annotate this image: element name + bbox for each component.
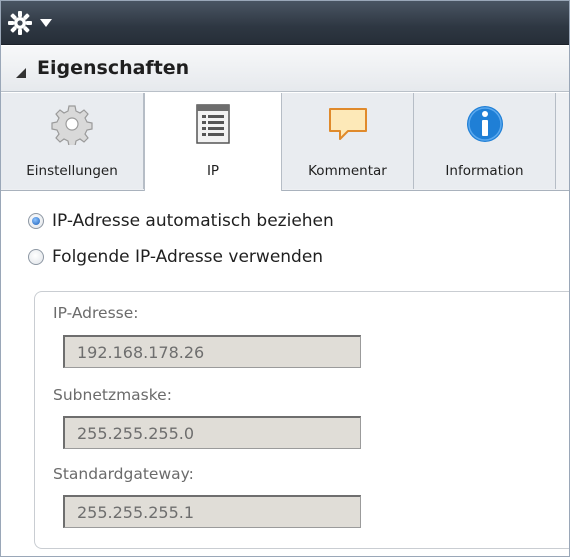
subnet-mask-label: Subnetzmaske: [53, 386, 172, 404]
tab-kommentar[interactable]: Kommentar [282, 93, 414, 189]
settings-menu-button[interactable] [7, 7, 63, 39]
tab-label: Einstellungen [26, 163, 118, 179]
list-document-icon [192, 103, 234, 145]
tab-label: IP [206, 163, 220, 179]
radio-label: Folgende IP-Adresse verwenden [52, 247, 324, 267]
ip-fields-group: IP-Adresse: 192.168.178.26 Subnetzmaske:… [34, 291, 569, 549]
ip-settings-panel: IP-Adresse automatisch beziehen Folgende… [1, 191, 569, 556]
tab-information[interactable]: Information [414, 93, 556, 189]
tab-ip[interactable]: IP [144, 93, 282, 191]
properties-window: Eigenschaften Einstellungen IP Kommentar… [0, 0, 570, 557]
ip-address-label: IP-Adresse: [53, 304, 139, 322]
tab-label: Kommentar [308, 163, 387, 179]
radio-manual-ip[interactable]: Folgende IP-Adresse verwenden [28, 245, 323, 269]
top-toolbar [1, 1, 569, 45]
caret-down-icon [39, 18, 53, 28]
properties-section-header[interactable]: Eigenschaften [1, 46, 569, 92]
default-gateway-field[interactable]: 255.255.255.1 [63, 495, 361, 528]
radio-label: IP-Adresse automatisch beziehen [52, 211, 334, 231]
gear-icon [51, 103, 93, 147]
radio-auto-ip[interactable]: IP-Adresse automatisch beziehen [28, 209, 334, 233]
subnet-mask-field[interactable]: 255.255.255.0 [63, 416, 361, 449]
info-icon [464, 103, 506, 145]
radio-button[interactable] [28, 213, 44, 229]
gear-icon [7, 10, 33, 36]
tab-einstellungen[interactable]: Einstellungen [1, 93, 144, 189]
radio-button[interactable] [28, 249, 44, 265]
default-gateway-label: Standardgateway: [53, 465, 194, 483]
ip-address-field[interactable]: 192.168.178.26 [63, 335, 361, 368]
triangle-down-icon[interactable] [15, 64, 27, 83]
section-title: Eigenschaften [37, 57, 190, 79]
tab-strip: Einstellungen IP Kommentar Information [1, 93, 569, 191]
speech-bubble-icon [327, 103, 369, 145]
tab-label: Information [445, 163, 524, 179]
